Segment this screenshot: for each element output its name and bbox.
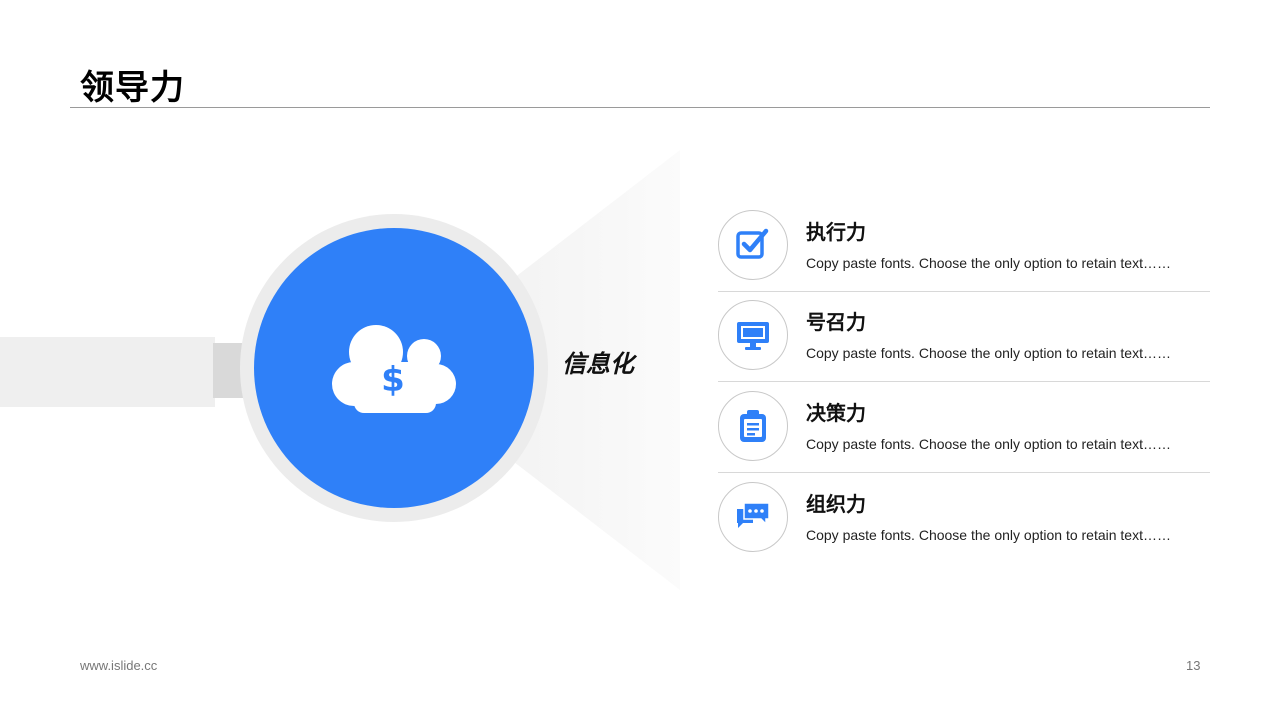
- item-description: Copy paste fonts. Choose the only option…: [806, 255, 1171, 271]
- item-divider: [718, 291, 1210, 292]
- item-icon-circle: [718, 482, 788, 552]
- cloud-dollar-icon: $: [332, 325, 456, 413]
- list-item: 号召力 Copy paste fonts. Choose the only op…: [718, 300, 1210, 390]
- item-title: 决策力: [806, 401, 866, 425]
- list-item: 执行力 Copy paste fonts. Choose the only op…: [718, 210, 1210, 300]
- item-description: Copy paste fonts. Choose the only option…: [806, 345, 1171, 361]
- item-title: 号召力: [806, 310, 866, 334]
- item-icon-circle: [718, 391, 788, 461]
- svg-text:$: $: [381, 360, 405, 400]
- beam-label: 信息化: [562, 350, 634, 378]
- footer-url: www.islide.cc: [80, 658, 158, 673]
- item-divider: [718, 472, 1210, 473]
- page-number: 13: [1186, 658, 1201, 673]
- item-title: 组织力: [806, 492, 866, 516]
- list-item: 组织力 Copy paste fonts. Choose the only op…: [718, 482, 1210, 572]
- magnifier-handle: [0, 337, 215, 407]
- chat-icon: [737, 502, 770, 528]
- item-description: Copy paste fonts. Choose the only option…: [806, 527, 1171, 543]
- item-divider: [718, 381, 1210, 382]
- clipboard-icon: [740, 410, 766, 442]
- monitor-icon: [737, 322, 769, 350]
- item-description: Copy paste fonts. Choose the only option…: [806, 436, 1171, 452]
- list-item: 决策力 Copy paste fonts. Choose the only op…: [718, 391, 1210, 481]
- item-title: 执行力: [806, 220, 866, 244]
- item-icon-circle: [718, 300, 788, 370]
- item-icon-circle: [718, 210, 788, 280]
- checkbox-icon: [736, 228, 769, 259]
